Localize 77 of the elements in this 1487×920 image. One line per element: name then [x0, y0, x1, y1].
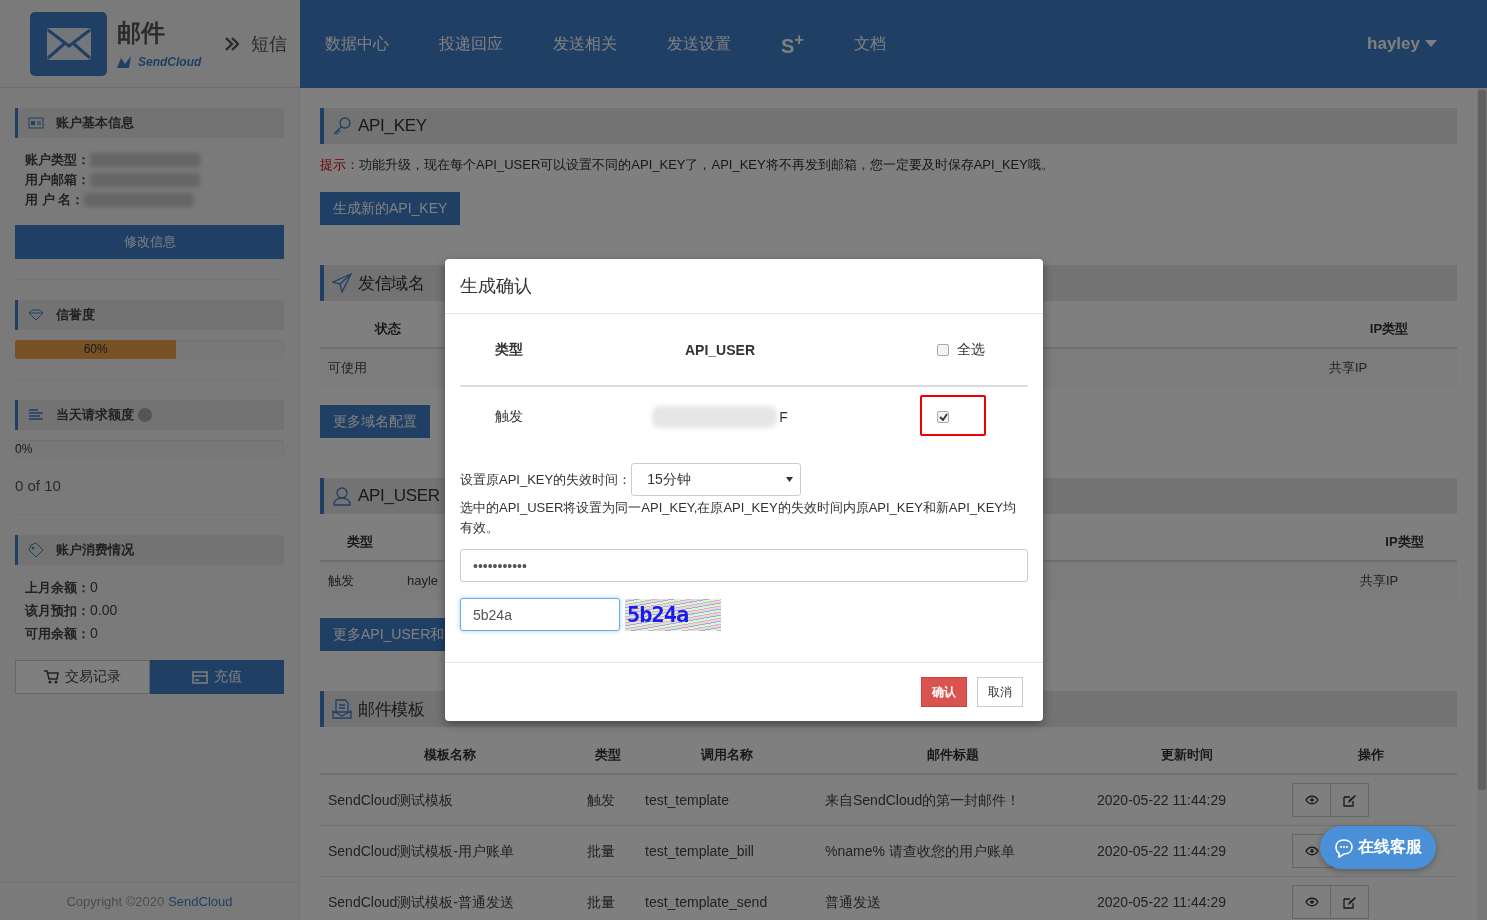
section-title: API_KEY	[358, 116, 427, 136]
confirm-button[interactable]: 确认	[921, 677, 967, 707]
view-button[interactable]	[1292, 885, 1331, 919]
key-icon	[332, 116, 352, 136]
nav-item[interactable]: 投递回应	[439, 33, 503, 55]
nav-item[interactable]: 发送设置	[667, 33, 731, 55]
paper-plane-icon	[332, 273, 352, 293]
user-icon	[332, 486, 352, 506]
check-icon	[938, 413, 948, 421]
expiry-label: 设置原API_KEY的失效时间：	[460, 470, 632, 489]
action-button[interactable]: 更多域名配置	[320, 405, 430, 438]
cancel-button[interactable]: 取消	[977, 677, 1023, 707]
section-title: API_USER	[358, 486, 440, 506]
balance-line: 上月余额：0	[25, 579, 99, 597]
eye-icon	[1304, 795, 1319, 805]
nav-item[interactable]: 发送相关	[553, 33, 617, 55]
checkbox[interactable]	[937, 411, 949, 423]
diamond-icon	[28, 309, 44, 321]
edit-icon	[1343, 793, 1356, 807]
chat-bubble-icon	[1334, 837, 1354, 858]
nav-item[interactable]: S$^{+}$	[781, 30, 805, 58]
column-header: 操作	[1284, 735, 1457, 775]
section-title: 发信域名	[358, 272, 425, 295]
view-button[interactable]	[1292, 783, 1331, 817]
footer-link[interactable]: SendCloud	[168, 894, 233, 909]
edit-button[interactable]	[1330, 783, 1369, 817]
captcha-image: 5b24a	[625, 598, 721, 631]
double-chevron-icon	[225, 36, 240, 51]
expiry-select[interactable]: 15分钟	[631, 463, 802, 496]
progress-reading: 0%	[15, 441, 33, 458]
id-card-icon	[28, 117, 44, 129]
column-header: 类型	[460, 314, 558, 387]
help-icon	[138, 408, 152, 422]
cart-icon	[43, 669, 60, 685]
field-label: 账户类型：	[25, 152, 90, 167]
envelope-icon	[45, 26, 92, 61]
eye-icon	[1304, 846, 1319, 856]
balance-line: 可用余额：0	[25, 625, 99, 643]
section-title: 信誉度	[56, 306, 95, 324]
caret-icon	[1425, 40, 1437, 48]
field-label: 用户邮箱：	[25, 172, 90, 187]
nav-item[interactable]: 数据中心	[325, 33, 389, 55]
password-field[interactable]: •••••••••••	[460, 549, 1028, 582]
lines-icon	[28, 409, 44, 421]
action-button[interactable]: 生成新的API_KEY	[320, 192, 461, 225]
brand-subtitle: SendCloud	[138, 54, 202, 69]
document-icon	[332, 699, 352, 719]
edit-button[interactable]	[1330, 885, 1369, 919]
column-header: API_USER	[558, 314, 882, 387]
brand-title: 邮件	[117, 18, 166, 47]
recharge-button[interactable]: 充值	[149, 660, 284, 694]
card-icon	[191, 670, 208, 684]
user-menu[interactable]: hayley	[1367, 34, 1437, 54]
section-title: 邮件模板	[358, 698, 425, 721]
section-title: 当天请求额度	[56, 406, 134, 424]
section-title: 账户基本信息	[56, 114, 134, 132]
field-label: 用 户 名：	[25, 192, 85, 207]
online-service-button[interactable]: 在线客服	[1320, 826, 1436, 869]
balance-line: 该月预扣：0.00	[25, 602, 119, 620]
select-all-label: 全选	[957, 340, 985, 359]
table-cell-text: 触发	[494, 407, 524, 426]
note-text: 选中的API_USER将设置为同一API_KEY,在原API_KEY的失效时间内原API_KEY和新API_KEY均有效。	[460, 499, 1018, 537]
edit-info-button[interactable]: 修改信息	[15, 225, 284, 259]
quota-count: 0 of 10	[15, 477, 62, 494]
progress-reading: 60%	[82, 341, 109, 358]
section-title: 账户消费情况	[56, 541, 134, 559]
product-switch-link[interactable]: 短信	[251, 31, 288, 56]
nav-item[interactable]: 文档	[854, 33, 887, 55]
checkbox[interactable]	[937, 343, 949, 356]
eye-icon	[1304, 897, 1319, 907]
history-button[interactable]: 交易记录	[15, 660, 150, 694]
tag-icon	[28, 542, 44, 558]
edit-icon	[1343, 895, 1356, 909]
table-cell: F	[779, 409, 788, 425]
captcha-field[interactable]: 5b24a	[460, 598, 620, 631]
dialog-title: 生成确认	[445, 259, 1043, 314]
caret-icon	[786, 477, 794, 482]
